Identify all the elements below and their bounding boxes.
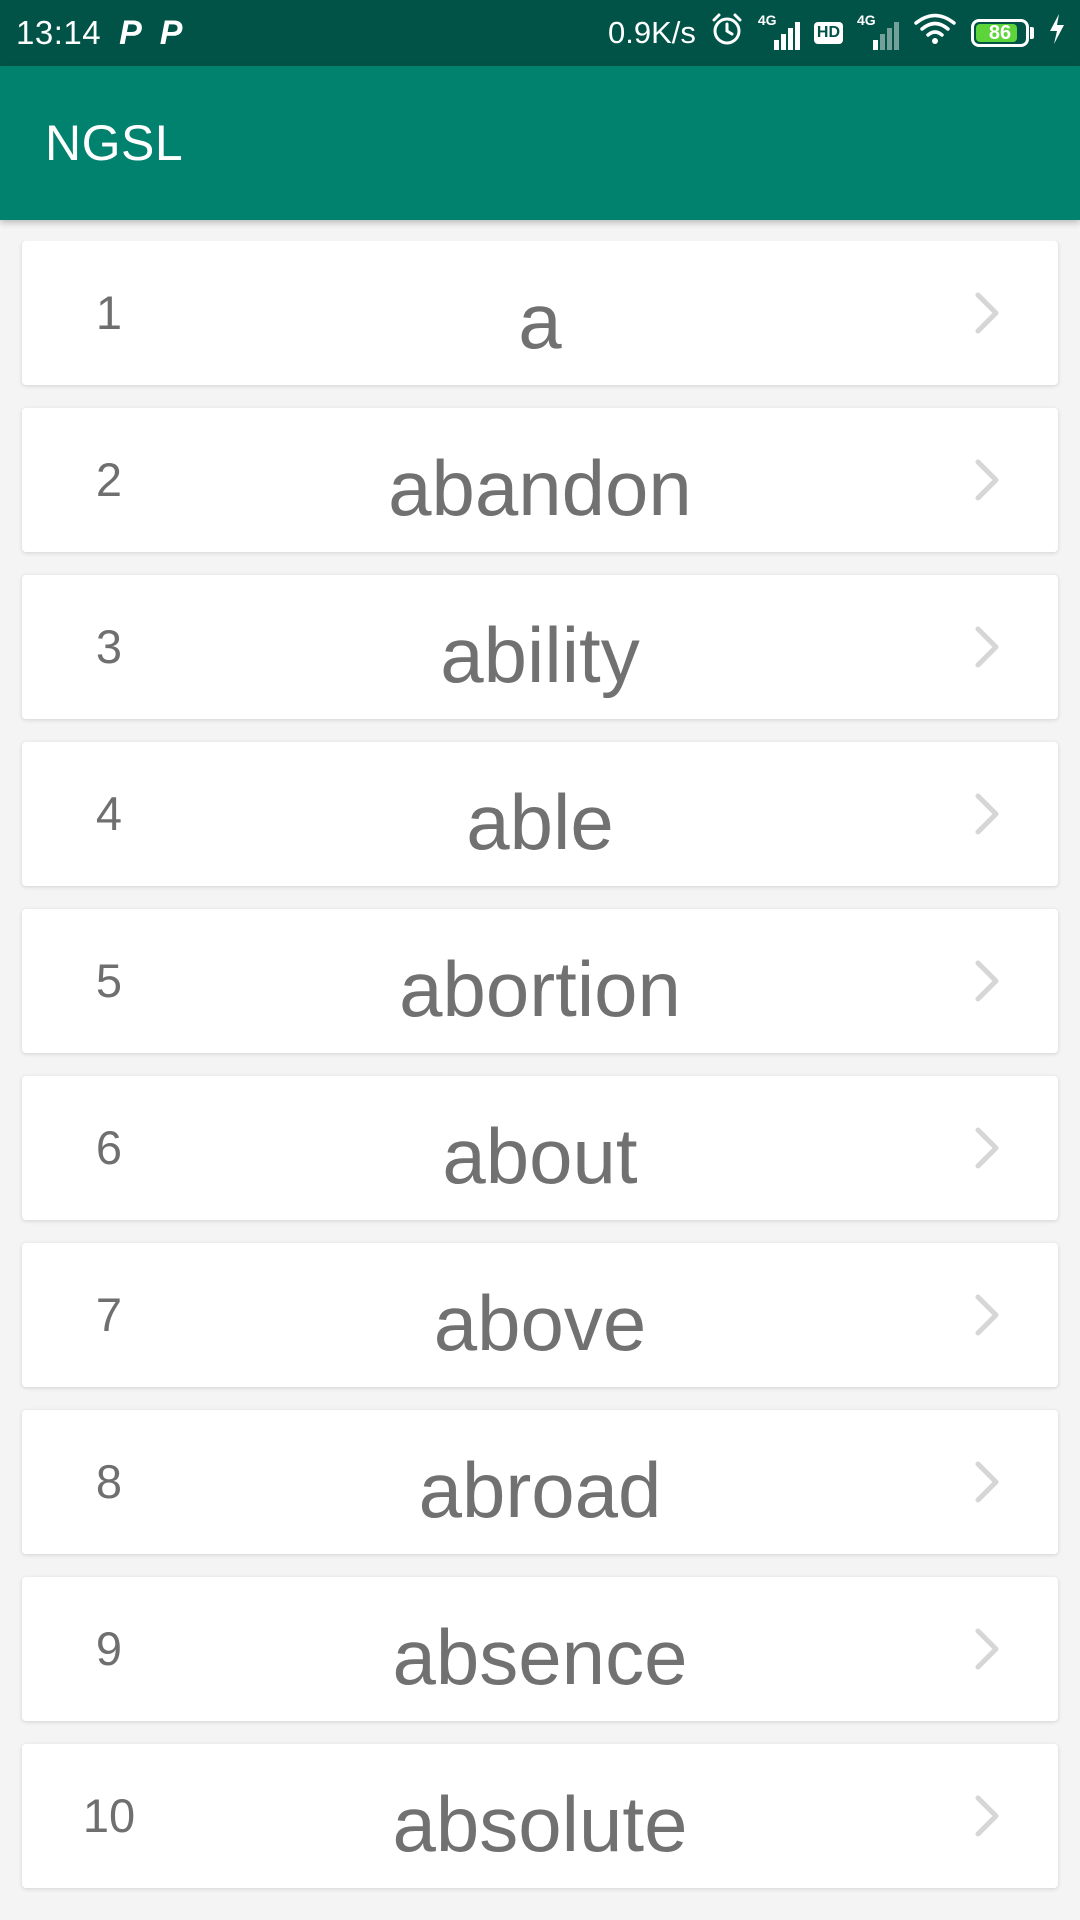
list-item[interactable]: 6 about [22, 1076, 1058, 1220]
app-title: NGSL [45, 115, 184, 171]
battery-body: 86 [971, 19, 1029, 47]
word-label: absolute [392, 1780, 688, 1868]
signal-type-label: 4G [857, 12, 876, 28]
list-item[interactable]: 2 abandon [22, 408, 1058, 552]
signal-type-label: 4G [757, 12, 777, 28]
signal-icon: 4G [857, 12, 899, 50]
chevron-right-icon [975, 459, 999, 501]
list-item[interactable]: 3 ability [22, 575, 1058, 719]
list-item[interactable]: 1a [22, 241, 1058, 385]
word-label: able [466, 778, 614, 866]
parking-notification-icon: P [159, 13, 183, 52]
chevron-right-icon [975, 1795, 999, 1837]
battery-level: 86 [988, 21, 1012, 44]
list-item[interactable]: 7 above [22, 1243, 1058, 1387]
word-label: abroad [418, 1446, 662, 1534]
chevron-right-icon [975, 1628, 999, 1670]
chevron-right-icon [975, 960, 999, 1002]
hd-icon: HD [813, 22, 843, 44]
word-label: absence [392, 1613, 688, 1701]
network-speed: 0.9K/s [608, 15, 696, 50]
battery-tip [1030, 27, 1034, 39]
chevron-right-icon [975, 1127, 999, 1169]
status-right: 0.9K/s 4G HD 4G 86 [608, 12, 1066, 54]
signal-icon: 4G [758, 12, 800, 50]
list-item[interactable]: 9 absence [22, 1577, 1058, 1721]
status-time: 13:14 [16, 14, 102, 51]
chevron-right-icon [975, 626, 999, 668]
word-label: abandon [388, 444, 692, 532]
list-item[interactable]: 4 able [22, 742, 1058, 886]
list-item[interactable]: 10 absolute [22, 1744, 1058, 1888]
list-item[interactable]: 8 abroad [22, 1410, 1058, 1554]
chevron-right-icon [975, 1294, 999, 1336]
app-bar: NGSL [0, 66, 1080, 220]
list-item[interactable]: 5 abortion [22, 909, 1058, 1053]
chevron-right-icon [975, 1461, 999, 1503]
alarm-icon [710, 12, 744, 54]
chevron-right-icon [975, 793, 999, 835]
word-label: about [442, 1112, 638, 1200]
word-list[interactable]: 1 a 2 abandon 3 ability 4 able 5 abortion 6 about 7 a… [0, 241, 1080, 1920]
word-label: abortion [399, 945, 681, 1033]
charging-icon [1048, 13, 1066, 53]
chevron-right-icon [975, 292, 999, 334]
word-label: above [433, 1279, 647, 1367]
word-label: a [518, 277, 562, 365]
status-left: 13:14 P P [16, 14, 182, 53]
wifi-icon [913, 12, 957, 54]
battery-icon: 86 [971, 19, 1034, 47]
word-label: ability [440, 611, 640, 699]
status-bar: 13:14 P P 0.9K/s 4G HD 4G 86 [0, 0, 1080, 66]
parking-notification-icon: P [119, 13, 142, 52]
